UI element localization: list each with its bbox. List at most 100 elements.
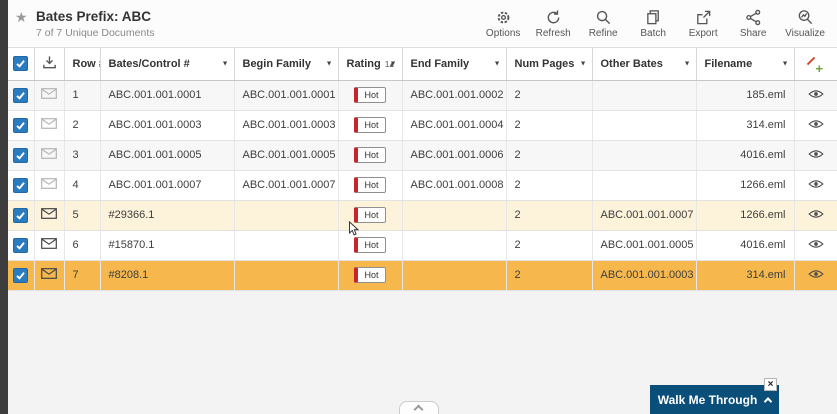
visualize-button[interactable]: Visualize: [785, 9, 825, 39]
num-pages-cell: 2: [506, 260, 593, 291]
view-document-icon[interactable]: [807, 119, 824, 132]
view-document-icon[interactable]: [807, 89, 824, 102]
filter-caret-icon[interactable]: ▼: [782, 60, 789, 67]
envelope-icon[interactable]: [41, 178, 57, 192]
row-checkbox[interactable]: [13, 87, 29, 103]
table-row[interactable]: 5 #29366.1 Hot 2 ABC.001.001.0007 1266.e…: [8, 200, 837, 231]
begin-family-cell: ABC.001.001.0005: [234, 140, 339, 171]
table-row[interactable]: 7 #8208.1 Hot 2 ABC.001.001.0003 314.eml: [8, 260, 837, 291]
num-pages-cell: 2: [506, 230, 593, 261]
view-document-icon[interactable]: [807, 209, 824, 222]
row-checkbox[interactable]: [13, 237, 29, 253]
table-row[interactable]: 2 ABC.001.001.0003 ABC.001.001.0003 Hot …: [8, 110, 837, 141]
end-family-cell: [402, 230, 507, 261]
rating-badge[interactable]: Hot: [354, 177, 386, 193]
row-checkbox[interactable]: [13, 177, 29, 193]
bates-cell: ABC.001.001.0007: [100, 170, 235, 201]
walk-me-through-label: Walk Me Through: [657, 392, 758, 407]
column-header-num-pages[interactable]: Num Pages ▼: [506, 48, 593, 81]
download-icon[interactable]: [42, 56, 57, 73]
filter-caret-icon[interactable]: ▼: [494, 60, 501, 67]
envelope-icon[interactable]: [41, 268, 57, 282]
view-document-icon[interactable]: [807, 149, 824, 162]
row-checkbox[interactable]: [13, 207, 29, 223]
table-row[interactable]: 3 ABC.001.001.0005 ABC.001.001.0005 Hot …: [8, 140, 837, 171]
row-number-cell: 1: [64, 80, 101, 111]
row-checkbox[interactable]: [13, 117, 29, 133]
refresh-button[interactable]: Refresh: [535, 9, 571, 39]
end-family-cell: ABC.001.001.0006: [402, 140, 507, 171]
row-checkbox[interactable]: [13, 147, 29, 163]
envelope-icon[interactable]: [41, 208, 57, 222]
view-document-icon[interactable]: [807, 179, 824, 192]
column-header-rating[interactable]: Rating 1▴ ▼: [338, 48, 403, 81]
filename-cell: 1266.eml: [696, 200, 795, 231]
column-header-filename[interactable]: Filename ▼: [696, 48, 795, 81]
other-bates-cell: [592, 140, 697, 171]
star-icon[interactable]: ★: [15, 9, 28, 26]
bates-cell: #29366.1: [100, 200, 235, 231]
filename-cell: 1266.eml: [696, 170, 795, 201]
filter-caret-icon[interactable]: ▼: [222, 60, 229, 67]
end-family-cell: [402, 200, 507, 231]
refine-button[interactable]: Refine: [585, 9, 621, 39]
end-family-cell: ABC.001.001.0008: [402, 170, 507, 201]
filter-caret-icon[interactable]: ▼: [390, 60, 397, 67]
envelope-icon[interactable]: [41, 148, 57, 162]
batch-icon: [645, 9, 662, 26]
filename-cell: 314.eml: [696, 110, 795, 141]
other-bates-cell: ABC.001.001.0005: [592, 230, 697, 261]
options-button[interactable]: Options: [485, 9, 521, 39]
column-header-begin-family[interactable]: Begin Family ▼: [234, 48, 339, 81]
rating-badge[interactable]: Hot: [354, 117, 386, 133]
other-bates-cell: ABC.001.001.0007: [592, 200, 697, 231]
close-icon[interactable]: ×: [764, 378, 777, 391]
envelope-icon[interactable]: [41, 238, 57, 252]
filter-caret-icon[interactable]: ▼: [580, 60, 587, 67]
table-header-row: Row # Bates/Control #▼ Begin Family▼ Rat…: [8, 48, 837, 81]
bates-cell: ABC.001.001.0005: [100, 140, 235, 171]
rating-badge[interactable]: Hot: [354, 87, 386, 103]
begin-family-cell: [234, 230, 339, 261]
row-checkbox[interactable]: [13, 267, 29, 283]
column-header-row-num: Row #: [64, 48, 101, 81]
expand-panel-tab[interactable]: [398, 401, 439, 414]
table-row[interactable]: 1 ABC.001.001.0001 ABC.001.001.0001 Hot …: [8, 80, 837, 111]
bates-cell: ABC.001.001.0003: [100, 110, 235, 141]
view-document-icon[interactable]: [807, 239, 824, 252]
filter-caret-icon[interactable]: ▼: [326, 60, 333, 67]
envelope-icon[interactable]: [41, 88, 57, 102]
row-number-cell: 4: [64, 170, 101, 201]
other-bates-cell: ABC.001.001.0003: [592, 260, 697, 291]
end-family-cell: ABC.001.001.0002: [402, 80, 507, 111]
bates-cell: ABC.001.001.0001: [100, 80, 235, 111]
view-document-icon[interactable]: [807, 269, 824, 282]
column-header-other-bates[interactable]: Other Bates ▼: [592, 48, 697, 81]
row-number-cell: 5: [64, 200, 101, 231]
num-pages-cell: 2: [506, 170, 593, 201]
rating-badge[interactable]: Hot: [354, 147, 386, 163]
filename-cell: 4016.eml: [696, 140, 795, 171]
envelope-icon[interactable]: [41, 118, 57, 132]
export-button[interactable]: Export: [685, 9, 721, 39]
other-bates-cell: [592, 170, 697, 201]
documents-grid: Row # Bates/Control #▼ Begin Family▼ Rat…: [8, 48, 837, 291]
title-block: ★ Bates Prefix: ABC 7 of 7 Unique Docume…: [8, 9, 154, 39]
table-row[interactable]: 4 ABC.001.001.0007 ABC.001.001.0007 Hot …: [8, 170, 837, 201]
num-pages-cell: 2: [506, 110, 593, 141]
select-all-checkbox[interactable]: [13, 56, 29, 72]
rating-badge[interactable]: Hot: [354, 267, 386, 283]
filename-cell: 4016.eml: [696, 230, 795, 261]
table-row[interactable]: 6 #15870.1 Hot 2 ABC.001.001.0005 4016.e…: [8, 230, 837, 261]
refresh-icon: [545, 9, 562, 26]
column-header-end-family[interactable]: End Family ▼: [402, 48, 507, 81]
batch-button[interactable]: Batch: [635, 9, 671, 39]
end-family-cell: [402, 260, 507, 291]
row-number-cell: 3: [64, 140, 101, 171]
share-button[interactable]: Share: [735, 9, 771, 39]
filter-caret-icon[interactable]: ▼: [684, 60, 691, 67]
left-edge-strip: [0, 0, 8, 414]
visualize-icon: [797, 9, 814, 26]
column-header-bates[interactable]: Bates/Control # ▼: [100, 48, 235, 81]
walk-me-through-button[interactable]: Walk Me Through ×: [650, 378, 779, 414]
